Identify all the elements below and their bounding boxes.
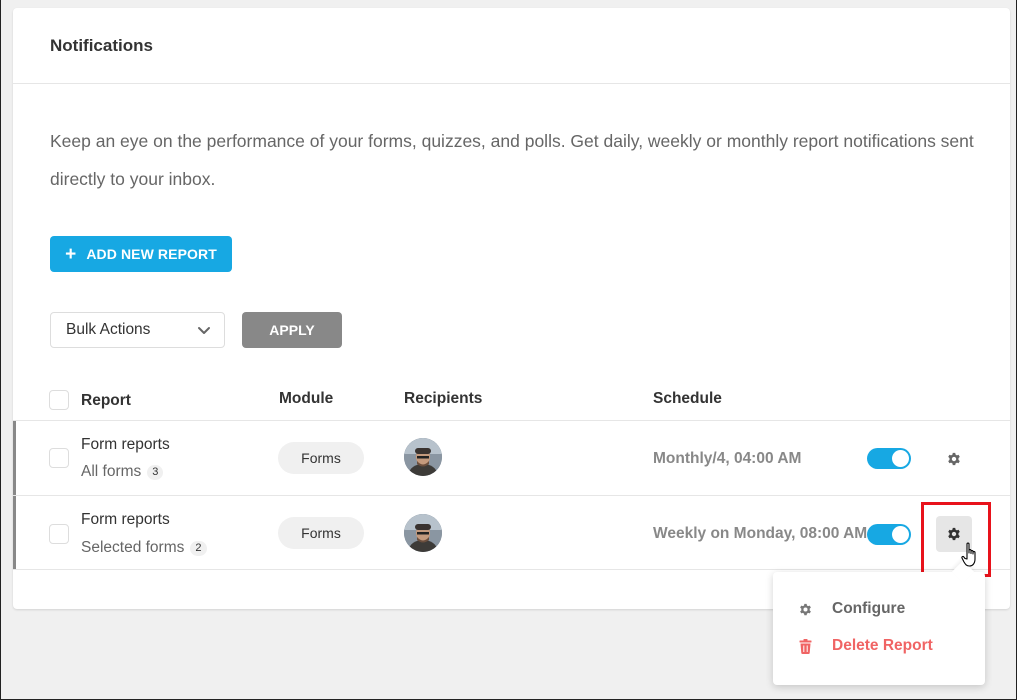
- schedule-text: Weekly on Monday, 08:00 AM: [653, 525, 868, 542]
- avatar: [404, 514, 442, 552]
- card-header: Notifications: [13, 8, 1010, 84]
- report-enabled-toggle[interactable]: [867, 448, 911, 469]
- report-title: Form reports: [81, 436, 170, 453]
- configure-menu-item[interactable]: Configure: [797, 600, 905, 618]
- notifications-card: Notifications Keep an eye on the perform…: [13, 8, 1010, 609]
- row-checkbox[interactable]: [49, 524, 69, 544]
- column-header-recipients: Recipients: [404, 390, 483, 407]
- report-subtitle-text: Selected forms: [81, 539, 185, 556]
- row-settings-button[interactable]: [936, 441, 972, 477]
- toggle-knob: [892, 526, 909, 543]
- report-subtitle: All forms 3: [81, 463, 164, 481]
- row-accent-bar: [13, 496, 16, 569]
- delete-report-menu-item[interactable]: Delete Report: [797, 637, 933, 655]
- forms-count-badge: 3: [147, 464, 164, 480]
- delete-report-label: Delete Report: [832, 637, 933, 654]
- add-new-report-button[interactable]: + ADD NEW REPORT: [50, 236, 232, 272]
- table-row: Form reports All forms 3 Forms Monthly/4…: [13, 420, 1010, 495]
- report-subtitle: Selected forms 2: [81, 539, 207, 557]
- trash-icon: [797, 638, 813, 654]
- row-checkbox[interactable]: [49, 448, 69, 468]
- report-subtitle-text: All forms: [81, 463, 142, 480]
- module-pill: Forms: [278, 442, 364, 474]
- plus-icon: +: [65, 243, 77, 265]
- configure-label: Configure: [832, 600, 906, 617]
- report-enabled-toggle[interactable]: [867, 524, 911, 545]
- bulk-actions-value: Bulk Actions: [66, 321, 151, 338]
- hand-cursor-icon: [961, 542, 976, 567]
- gear-icon: [948, 452, 960, 466]
- select-all-checkbox[interactable]: [49, 390, 69, 410]
- bulk-actions-select[interactable]: Bulk Actions: [50, 312, 225, 348]
- avatar-image: [404, 438, 442, 476]
- page-title: Notifications: [50, 35, 153, 55]
- chevron-down-icon: [198, 327, 210, 334]
- description-text: Keep an eye on the performance of your f…: [50, 131, 974, 189]
- schedule-text: Monthly/4, 04:00 AM: [653, 450, 802, 467]
- column-header-schedule: Schedule: [653, 390, 722, 407]
- add-new-report-label: ADD NEW REPORT: [86, 246, 217, 262]
- avatar: [404, 438, 442, 476]
- column-header-module: Module: [279, 390, 334, 407]
- avatar-image: [404, 514, 442, 552]
- apply-button[interactable]: APPLY: [242, 312, 342, 348]
- forms-count-badge: 2: [190, 540, 207, 556]
- gear-icon: [797, 601, 813, 617]
- report-title: Form reports: [81, 511, 170, 528]
- gear-icon: [948, 527, 960, 541]
- toggle-knob: [892, 450, 909, 467]
- table-row: Form reports Selected forms 2 Forms Week…: [13, 495, 1010, 570]
- row-accent-bar: [13, 421, 16, 495]
- row-actions-menu: Configure Delete Report: [773, 560, 985, 685]
- module-pill: Forms: [278, 517, 364, 549]
- column-header-report: Report: [81, 392, 131, 409]
